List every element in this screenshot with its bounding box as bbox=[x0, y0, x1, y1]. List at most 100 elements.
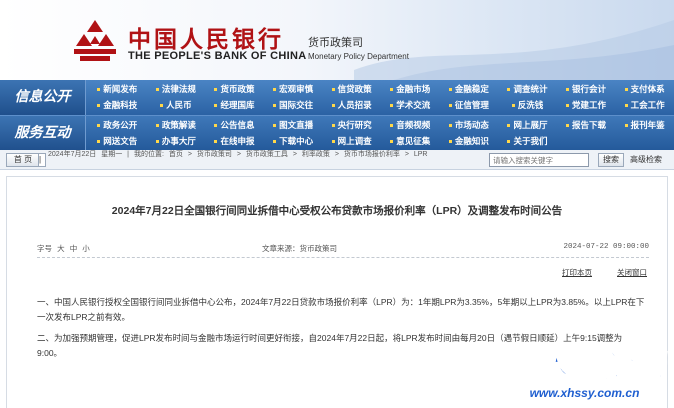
breadcrumb-policy-tools[interactable]: 货币政策工具 bbox=[246, 151, 288, 158]
nav-item-service-hall[interactable]: 办事大厅 bbox=[147, 134, 206, 150]
article-source: 文章来源：货币政策司 bbox=[262, 244, 337, 253]
nav-item-research[interactable]: 央行研究 bbox=[322, 118, 381, 134]
nav-item-anti-money-laundering[interactable]: 反洗钱 bbox=[498, 98, 557, 114]
breadcrumb-interest-rate[interactable]: 利率政策 bbox=[302, 151, 330, 158]
bullet-icon bbox=[273, 103, 277, 107]
font-size-label: 字号 bbox=[37, 244, 52, 253]
info-disclosure-band: 信息公开 新闻发布 法律法规 货币政策 宏观审慎 信贷政策 金融市场 金融稳定 … bbox=[0, 80, 674, 115]
nav-item-credit-reference[interactable]: 征信管理 bbox=[440, 98, 499, 114]
nav-item-online-filing[interactable]: 在线申报 bbox=[205, 134, 264, 150]
nav-item-bank-accounting[interactable]: 银行会计 bbox=[557, 82, 616, 98]
location-label: 我的位置: bbox=[133, 151, 164, 158]
breadcrumb-monetary-policy-dept[interactable]: 货币政策司 bbox=[197, 151, 232, 158]
nav-item-treasury[interactable]: 经理国库 bbox=[205, 98, 264, 114]
bullet-icon bbox=[273, 88, 277, 92]
bullet-icon bbox=[624, 124, 628, 128]
font-size-large[interactable]: 大 bbox=[57, 244, 65, 253]
bullet-icon bbox=[155, 139, 159, 143]
nav-item-about-us[interactable]: 关于我们 bbox=[498, 134, 557, 150]
nav-item-download-center[interactable]: 下载中心 bbox=[264, 134, 323, 150]
bullet-icon bbox=[511, 103, 515, 107]
nav-item-financial-knowledge[interactable]: 金融知识 bbox=[440, 134, 499, 150]
bullet-icon bbox=[624, 88, 628, 92]
bullet-icon bbox=[390, 139, 394, 143]
breadcrumb-separator: > bbox=[334, 151, 339, 158]
nav-item-statistics[interactable]: 调查统计 bbox=[498, 82, 557, 98]
font-size-control: 字号 大 中 小 bbox=[37, 243, 93, 254]
search-input[interactable] bbox=[489, 153, 589, 167]
nav-item-policy-interpretation[interactable]: 政策解读 bbox=[147, 118, 206, 134]
breadcrumb-lpr[interactable]: LPR bbox=[414, 151, 428, 158]
bullet-icon bbox=[390, 103, 394, 107]
bullet-icon bbox=[566, 103, 570, 107]
service-interaction-title: 服务互动 bbox=[0, 116, 86, 151]
article-meta: 字号 大 中 小 文章来源：货币政策司 2024-07-22 09:00:00 bbox=[37, 243, 649, 255]
bullet-icon bbox=[214, 88, 218, 92]
print-page-link[interactable]: 打印本页 bbox=[562, 267, 592, 278]
pboc-emblem-icon[interactable] bbox=[70, 18, 120, 64]
bullet-icon bbox=[155, 88, 159, 92]
advanced-search-link[interactable]: 高级检索 bbox=[630, 154, 662, 165]
nav-item-government-affairs[interactable]: 政务公开 bbox=[88, 118, 147, 134]
nav-item-party-building[interactable]: 党建工作 bbox=[557, 98, 616, 114]
bank-name-en: THE PEOPLE'S BANK OF CHINA bbox=[128, 50, 307, 62]
bullet-icon bbox=[155, 124, 159, 128]
bullet-icon bbox=[390, 124, 394, 128]
header-decoration bbox=[354, 20, 674, 80]
bullet-icon bbox=[448, 124, 452, 128]
nav-item-live-broadcast[interactable]: 图文直播 bbox=[264, 118, 323, 134]
nav-item-rmb[interactable]: 人民币 bbox=[147, 98, 206, 114]
nav-item-monetary-policy[interactable]: 货币政策 bbox=[205, 82, 264, 98]
bullet-icon bbox=[448, 88, 452, 92]
bullet-icon bbox=[97, 124, 101, 128]
nav-item-academic[interactable]: 学术交流 bbox=[381, 98, 440, 114]
font-size-medium[interactable]: 中 bbox=[70, 244, 78, 253]
nav-item-financial-stability[interactable]: 金融稳定 bbox=[440, 82, 499, 98]
bullet-icon bbox=[331, 124, 335, 128]
nav-item-yearbook[interactable]: 报刊年鉴 bbox=[615, 118, 674, 134]
watermark-text: 三水园论坛 bbox=[504, 347, 665, 385]
nav-item-financial-market[interactable]: 金融市场 bbox=[381, 82, 440, 98]
bullet-icon bbox=[331, 103, 335, 107]
nav-item-payment-system[interactable]: 支付体系 bbox=[615, 82, 674, 98]
department-name-cn: 货币政策司 bbox=[308, 37, 363, 49]
back-button[interactable]: | bbox=[38, 153, 46, 167]
nav-item-market-updates[interactable]: 市场动态 bbox=[440, 118, 499, 134]
bullet-icon bbox=[97, 139, 101, 143]
nav-item-announcements[interactable]: 公告信息 bbox=[205, 118, 264, 134]
bullet-icon bbox=[97, 88, 101, 92]
nav-item-news-release[interactable]: 新闻发布 bbox=[88, 82, 147, 98]
current-date: 2024年7月22日 bbox=[48, 151, 97, 158]
nav-item-audio-video[interactable]: 音频视频 bbox=[381, 118, 440, 134]
breadcrumb-market-quote-rate[interactable]: 货币市场报价利率 bbox=[344, 151, 400, 158]
close-window-link[interactable]: 关闭窗口 bbox=[617, 267, 647, 278]
bullet-icon bbox=[214, 139, 218, 143]
nav-item-fintech[interactable]: 金融科技 bbox=[88, 98, 147, 114]
nav-item-laws[interactable]: 法律法规 bbox=[147, 82, 206, 98]
service-nav-grid: 政务公开 政策解读 公告信息 图文直播 央行研究 音频视频 市场动态 网上展厅 … bbox=[88, 118, 674, 149]
nav-item-document-delivery[interactable]: 网送文告 bbox=[88, 134, 147, 150]
nav-item-online-exhibition[interactable]: 网上展厅 bbox=[498, 118, 557, 134]
breadcrumb-separator: > bbox=[404, 151, 409, 158]
bullet-icon bbox=[448, 139, 452, 143]
nav-item-opinion-collection[interactable]: 意见征集 bbox=[381, 134, 440, 150]
nav-item-credit-policy[interactable]: 信贷政策 bbox=[322, 82, 381, 98]
nav-item-report-download[interactable]: 报告下载 bbox=[557, 118, 616, 134]
current-weekday: 星期一 bbox=[101, 151, 123, 158]
search-button[interactable]: 搜索 bbox=[598, 153, 624, 167]
bullet-icon bbox=[507, 124, 511, 128]
breadcrumb-home[interactable]: 首页 bbox=[169, 151, 183, 158]
bullet-icon bbox=[97, 103, 101, 107]
bullet-icon bbox=[448, 103, 452, 107]
nav-item-online-survey[interactable]: 网上调查 bbox=[322, 134, 381, 150]
info-nav-grid: 新闻发布 法律法规 货币政策 宏观审慎 信贷政策 金融市场 金融稳定 调查统计 … bbox=[88, 82, 674, 113]
home-button[interactable]: 首 页 bbox=[6, 153, 40, 167]
nav-item-macroprudential[interactable]: 宏观审慎 bbox=[264, 82, 323, 98]
font-size-small[interactable]: 小 bbox=[82, 244, 90, 253]
bullet-icon bbox=[273, 139, 277, 143]
nav-item-union[interactable]: 工会工作 bbox=[615, 98, 674, 114]
breadcrumb-separator: > bbox=[236, 151, 241, 158]
nav-item-international[interactable]: 国际交往 bbox=[264, 98, 323, 114]
forum-watermark: 三水园论坛 www.xhssy.com.cn bbox=[497, 340, 672, 408]
nav-item-recruitment[interactable]: 人员招录 bbox=[322, 98, 381, 114]
